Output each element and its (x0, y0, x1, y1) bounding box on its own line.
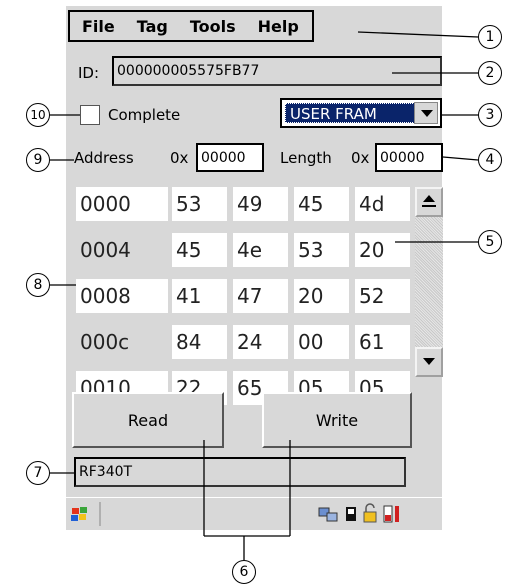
callout-6: 6 (232, 560, 256, 584)
callout-9: 9 (26, 148, 50, 172)
callout-3: 3 (478, 103, 502, 127)
callout-lines (50, 31, 479, 560)
callout-4: 4 (478, 148, 502, 172)
callout-8: 8 (26, 273, 50, 297)
callout-5: 5 (478, 230, 502, 254)
callout-1: 1 (478, 25, 502, 49)
callout-2: 2 (478, 61, 502, 85)
callout-7: 7 (26, 461, 50, 485)
callout-10: 10 (26, 103, 50, 127)
